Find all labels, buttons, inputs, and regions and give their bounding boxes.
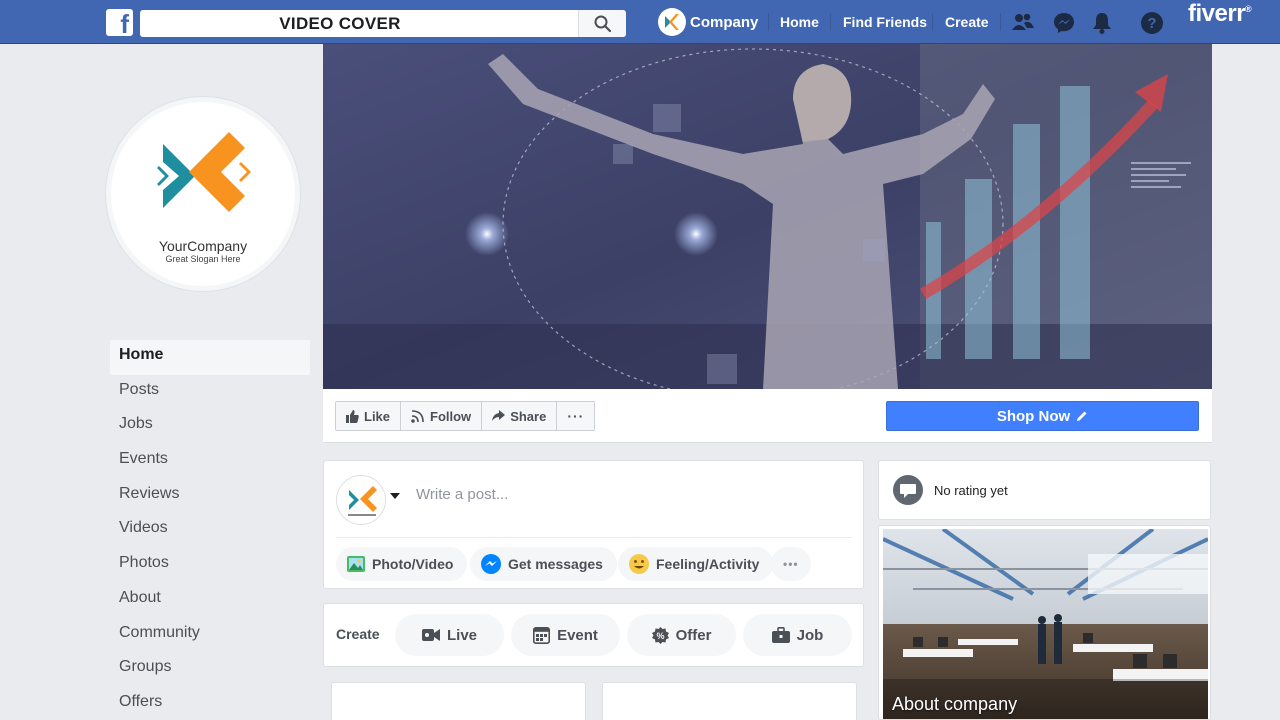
live-label: Live — [446, 626, 477, 644]
thumbs-up-icon — [346, 409, 359, 423]
photo-icon — [347, 556, 365, 572]
cover-video[interactable] — [323, 44, 1212, 389]
facebook-logo-icon[interactable]: f — [106, 9, 133, 36]
search-bar[interactable]: VIDEO COVER — [140, 10, 626, 37]
get-messages-label: Get messages — [508, 556, 603, 572]
like-button[interactable]: Like — [336, 402, 402, 430]
sidebar-item-videos[interactable]: Videos — [110, 513, 310, 548]
registered-mark: ® — [1245, 4, 1252, 14]
create-job-button[interactable]: Job — [743, 614, 852, 656]
composer-divider — [336, 537, 852, 538]
event-label: Event — [557, 626, 598, 644]
create-section: Create Live Event % Offer Job — [323, 603, 864, 667]
briefcase-icon — [771, 627, 790, 643]
nav-divider — [830, 13, 831, 31]
share-label: Share — [510, 408, 547, 424]
search-icon — [594, 15, 612, 33]
composer-more-button[interactable]: ••• — [771, 547, 811, 581]
search-input[interactable]: VIDEO COVER — [140, 10, 540, 37]
fiverr-watermark: fiverr® — [1188, 0, 1252, 28]
calendar-icon — [533, 626, 551, 644]
office-photo — [883, 529, 1208, 719]
brand-name: Company — [690, 13, 759, 31]
nav-divider — [768, 13, 769, 31]
page-action-bar: Like Follow Share ··· Shop Now — [323, 389, 1212, 443]
share-arrow-icon — [492, 410, 506, 421]
follow-button[interactable]: Follow — [401, 402, 483, 430]
messenger-icon — [481, 554, 501, 574]
search-button[interactable] — [578, 10, 626, 37]
sidebar-item-home[interactable]: Home — [110, 340, 310, 375]
shop-now-button[interactable]: Shop Now — [886, 401, 1199, 431]
more-options-button[interactable]: ··· — [557, 402, 594, 430]
photo-video-label: Photo/Video — [372, 556, 454, 572]
svg-text:%: % — [656, 631, 664, 641]
write-post-input[interactable]: Write a post... — [416, 486, 508, 503]
nav-find-friends-link[interactable]: Find Friends — [843, 14, 927, 30]
rss-feed-icon — [411, 409, 424, 423]
offer-label: Offer — [675, 626, 712, 644]
job-label: Job — [796, 626, 824, 644]
company-logo-icon — [157, 132, 251, 212]
profile-shortcut[interactable]: Company — [658, 8, 758, 36]
sidebar-item-posts[interactable]: Posts — [110, 375, 310, 410]
sidebar-item-jobs[interactable]: Jobs — [110, 409, 310, 444]
chevron-down-icon[interactable] — [390, 493, 400, 499]
messenger-icon[interactable] — [1052, 11, 1076, 35]
sidebar-item-about[interactable]: About — [110, 583, 310, 618]
profile-picture[interactable]: YourCompany Great Slogan Here — [106, 97, 300, 291]
create-offer-button[interactable]: % Offer — [627, 614, 736, 656]
profile-company-name: YourCompany — [158, 238, 248, 254]
rating-text: No rating yet — [934, 483, 1008, 498]
shop-now-label: Shop Now — [996, 407, 1071, 425]
sidebar-item-photos[interactable]: Photos — [110, 548, 310, 583]
more-dots-icon: ••• — [783, 557, 799, 571]
content-card — [331, 682, 586, 720]
about-company-label: About company — [892, 694, 1018, 714]
more-options-icon: ··· — [567, 408, 585, 424]
nav-divider — [932, 13, 933, 31]
svg-text:?: ? — [1147, 15, 1156, 32]
profile-slogan: Great Slogan Here — [165, 254, 241, 264]
like-label: Like — [364, 408, 391, 424]
help-icon[interactable]: ? — [1140, 11, 1164, 35]
page-sidebar-nav: Home Posts Jobs Events Reviews Videos Ph… — [110, 340, 310, 720]
cover-video-frame — [323, 44, 1212, 389]
nav-divider — [1000, 13, 1001, 31]
company-logo-icon — [348, 486, 377, 516]
friends-icon[interactable] — [1011, 11, 1035, 33]
pencil-edit-icon — [1077, 411, 1087, 421]
get-messages-button[interactable]: Get messages — [470, 547, 617, 581]
rating-speech-icon — [893, 475, 923, 505]
feeling-activity-button[interactable]: Feeling/Activity — [618, 547, 774, 581]
feeling-activity-label: Feeling/Activity — [656, 556, 760, 572]
rating-card[interactable]: No rating yet — [878, 460, 1211, 520]
nav-create-link[interactable]: Create — [945, 14, 989, 30]
content-card — [602, 682, 857, 720]
composer-avatar[interactable] — [336, 475, 386, 525]
follow-label: Follow — [430, 408, 472, 424]
company-avatar — [658, 8, 686, 36]
about-company-card[interactable]: About company — [878, 525, 1211, 720]
photo-video-button[interactable]: Photo/Video — [336, 547, 468, 581]
share-button[interactable]: Share — [482, 402, 558, 430]
create-label: Create — [336, 626, 380, 642]
top-navigation-bar: f VIDEO COVER Company Home Find Friends … — [0, 0, 1280, 44]
sidebar-item-groups[interactable]: Groups — [110, 652, 310, 687]
video-camera-icon — [421, 629, 440, 641]
sidebar-item-community[interactable]: Community — [110, 618, 310, 653]
sidebar-item-reviews[interactable]: Reviews — [110, 479, 310, 514]
page-actions-group: Like Follow Share ··· — [335, 401, 596, 431]
post-composer: Write a post... Photo/Video Get messages… — [323, 460, 864, 589]
offer-badge-icon: % — [651, 626, 669, 644]
create-event-button[interactable]: Event — [511, 614, 620, 656]
smiley-face-icon — [629, 554, 649, 574]
sidebar-item-offers[interactable]: Offers — [110, 687, 310, 720]
fiverr-watermark-text: fiverr — [1188, 0, 1246, 27]
sidebar-item-events[interactable]: Events — [110, 444, 310, 479]
create-live-button[interactable]: Live — [395, 614, 504, 656]
notifications-bell-icon[interactable] — [1091, 11, 1113, 35]
nav-home-link[interactable]: Home — [780, 14, 819, 30]
